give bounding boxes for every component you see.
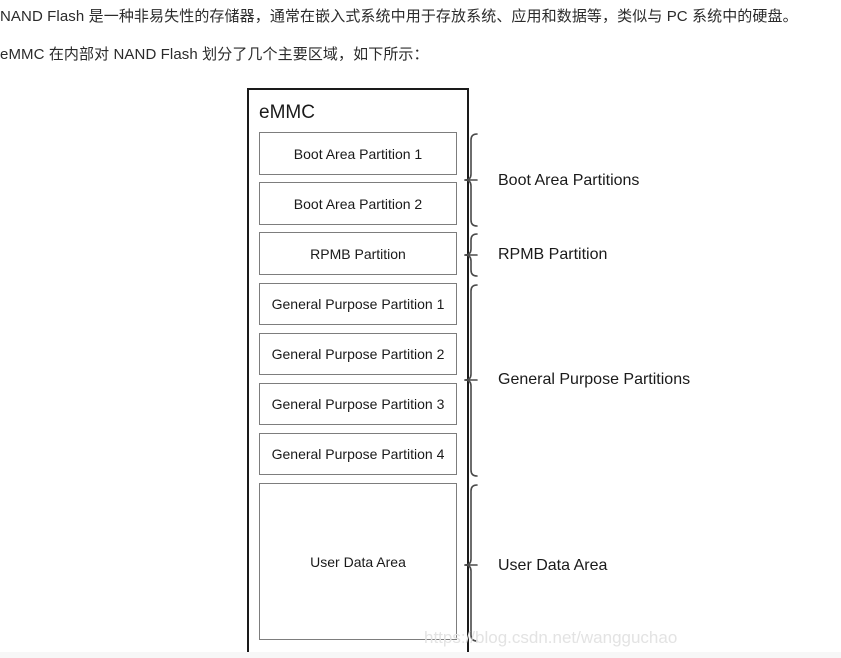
partition-box-boot-area-2: Boot Area Partition 2 bbox=[259, 182, 457, 225]
group-label-general-purpose-partitions: General Purpose Partitions bbox=[498, 371, 691, 388]
page-bottom-strip bbox=[0, 652, 841, 658]
group-label-boot-area-partitions: Boot Area Partitions bbox=[498, 172, 640, 189]
emmc-title-label: eMMC bbox=[259, 102, 315, 123]
partition-box-general-purpose-2: General Purpose Partition 2 bbox=[259, 333, 457, 375]
group-label-user-data-area: User Data Area bbox=[498, 557, 608, 574]
partition-box-general-purpose-1: General Purpose Partition 1 bbox=[259, 283, 457, 325]
partition-box-general-purpose-3: General Purpose Partition 3 bbox=[259, 383, 457, 425]
group-label-rpmb-partition: RPMB Partition bbox=[498, 246, 608, 263]
partition-box-general-purpose-4: General Purpose Partition 4 bbox=[259, 433, 457, 475]
emmc-partition-diagram: eMMC Boot Area Partition 1 Boot Area Par… bbox=[0, 0, 841, 658]
partition-box-user-data-area: User Data Area bbox=[259, 483, 457, 640]
csdn-watermark: https://blog.csdn.net/wangguchao bbox=[424, 628, 678, 647]
partition-box-boot-area-1: Boot Area Partition 1 bbox=[259, 132, 457, 175]
partition-box-rpmb: RPMB Partition bbox=[259, 232, 457, 275]
